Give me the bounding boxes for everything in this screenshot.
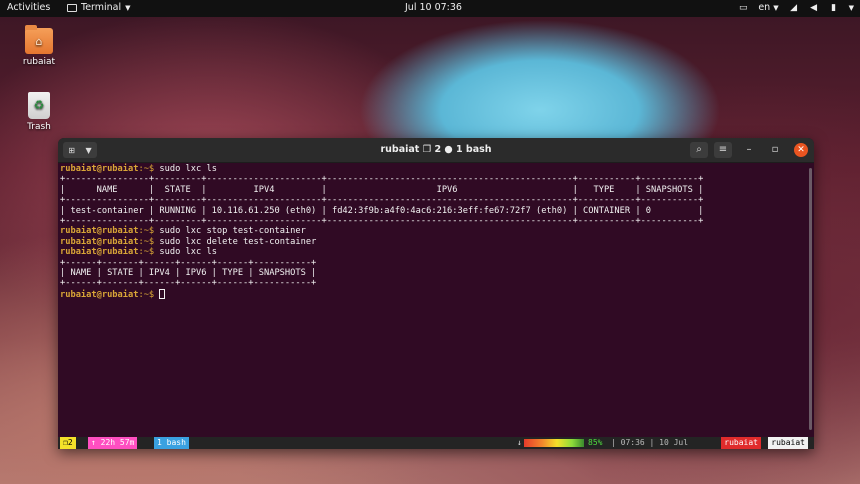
close-icon: ✕: [797, 145, 805, 155]
prompt-user: rubaiat@rubaiat: [60, 236, 139, 247]
screen-icon[interactable]: ▭: [738, 3, 748, 13]
activities-button[interactable]: Activities: [7, 2, 50, 13]
uptime-badge: ↑ 22h 57m: [88, 437, 138, 449]
terminal-icon: [67, 3, 77, 12]
prompt-path: :~$: [138, 236, 160, 247]
wifi-icon[interactable]: ◢: [789, 3, 799, 13]
text-cursor: [159, 288, 166, 299]
prompt-path: :~$: [138, 289, 160, 300]
tab-bash[interactable]: 1 bash: [154, 437, 189, 449]
terminal-output-line: +----------------+---------+------------…: [60, 174, 704, 185]
app-menu[interactable]: Terminal ▼: [67, 2, 131, 13]
status-user-red: rubaiat: [721, 437, 761, 449]
terminal-output-line: | test-container | RUNNING | 10.116.61.2…: [60, 205, 704, 216]
chevron-down-icon: ▼: [773, 4, 779, 12]
close-button[interactable]: ✕: [794, 143, 808, 157]
desktop-icon-label: rubaiat: [22, 57, 56, 67]
window-count-badge: ❐2: [60, 437, 76, 449]
maximize-button[interactable]: ▫: [768, 143, 782, 157]
battery-percent: 85%: [588, 438, 603, 447]
desktop-icon-label: Trash: [27, 122, 51, 132]
hamburger-icon: ≡: [718, 144, 728, 155]
terminal-prompt-line: rubaiat@rubaiat:~$ sudo lxc delete test-…: [60, 237, 812, 247]
terminal-output-line: +----------------+---------+------------…: [60, 195, 704, 206]
chevron-down-icon[interactable]: ▼: [849, 4, 854, 12]
battery-icon[interactable]: ▮: [829, 3, 839, 13]
terminal-prompt-line: rubaiat@rubaiat:~$ sudo lxc ls: [60, 247, 812, 257]
terminal-output-line: +----------------+---------+------------…: [60, 215, 704, 226]
home-folder-icon: ⌂: [25, 25, 53, 54]
command-text: sudo lxc delete test-container: [159, 236, 317, 247]
prompt-user: rubaiat@rubaiat: [60, 164, 139, 174]
battery-gauge: [524, 439, 584, 447]
trash-icon: ♻: [28, 92, 50, 119]
language-indicator[interactable]: en ▼: [758, 2, 778, 13]
prompt-user: rubaiat@rubaiat: [60, 247, 139, 258]
command-text: sudo lxc stop test-container: [159, 226, 306, 237]
desktop-icon-trash[interactable]: ♻ Trash: [14, 92, 64, 132]
terminal-prompt-line: rubaiat@rubaiat:~$ sudo lxc stop test-co…: [60, 226, 812, 236]
terminal-output[interactable]: rubaiat@rubaiat:~$ sudo lxc ls +---------…: [58, 163, 814, 436]
command-text: sudo lxc ls: [159, 164, 217, 174]
desktop-icon-home[interactable]: ⌂ rubaiat: [14, 25, 64, 67]
prompt-path: :~$: [138, 247, 160, 258]
search-icon: ⌕: [696, 144, 702, 155]
minimize-button[interactable]: –: [742, 143, 756, 157]
terminal-output-line: | NAME | STATE | IPV4 | IPV6 | TYPE | SN…: [60, 184, 704, 195]
chevron-down-icon: ▼: [125, 3, 131, 12]
title-bar[interactable]: ⊞ ▼ rubaiat ❐ 2 ● 1 bash ⌕ ≡ – ▫ ✕: [58, 138, 814, 163]
terminal-prompt-line: rubaiat@rubaiat:~$ sudo lxc ls: [60, 164, 812, 174]
window-count: 2: [67, 438, 73, 447]
tmux-status-bar: ❐2 ↑ 22h 57m 1 bash ↓ 85% | 07:36 | 10 J…: [58, 437, 814, 449]
volume-icon[interactable]: ◀: [809, 3, 819, 13]
terminal-prompt-line: rubaiat@rubaiat:~$: [60, 288, 812, 300]
terminal-output-line: +------+-------+------+------+------+---…: [60, 278, 317, 289]
command-text: sudo lxc ls: [159, 247, 217, 258]
prompt-user: rubaiat@rubaiat: [60, 289, 139, 300]
prompt-path: :~$: [138, 164, 160, 174]
app-menu-label: Terminal: [81, 2, 122, 13]
scrollbar[interactable]: [809, 168, 812, 430]
terminal-output-line: | NAME | STATE | IPV4 | IPV6 | TYPE | SN…: [60, 267, 317, 278]
prompt-user: rubaiat@rubaiat: [60, 226, 139, 237]
top-bar: Activities Terminal ▼ Jul 10 07:36 ▭ en …: [0, 0, 860, 17]
prompt-path: :~$: [138, 226, 160, 237]
clock[interactable]: Jul 10 07:36: [405, 2, 462, 13]
language-label: en: [758, 2, 771, 13]
status-user-white: rubaiat: [768, 437, 808, 449]
terminal-window[interactable]: ⊞ ▼ rubaiat ❐ 2 ● 1 bash ⌕ ≡ – ▫ ✕ rubai…: [58, 138, 814, 449]
terminal-output-line: +------+-------+------+------+------+---…: [60, 257, 317, 268]
status-time-date: | 07:36 | 10 Jul: [611, 438, 689, 447]
search-button[interactable]: ⌕: [690, 142, 708, 158]
menu-button[interactable]: ≡: [714, 142, 732, 158]
